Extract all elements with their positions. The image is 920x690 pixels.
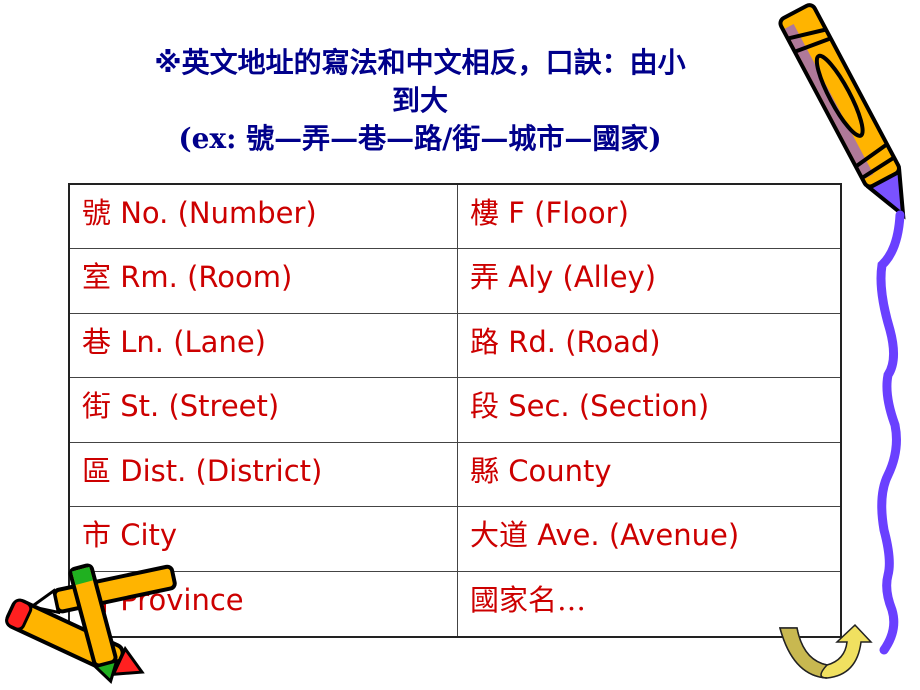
crayon-icon <box>778 3 906 220</box>
english-term: County <box>508 453 612 488</box>
table-cell: 段 Sec. (Section) <box>458 378 840 443</box>
table-cell: 巷 Ln. (Lane) <box>70 313 458 379</box>
english-term: Rd. (Road) <box>508 324 661 359</box>
chinese-term: 室 <box>82 260 112 295</box>
english-term: No. (Number) <box>120 196 317 230</box>
table-cell: 路 Rd. (Road) <box>458 314 840 379</box>
english-term: St. (Street) <box>120 389 280 424</box>
slide-title: ※英文地址的寫法和中文相反，口訣：由小 到大 (ex: 號—弄—巷—路/街—城市… <box>60 44 780 158</box>
table-cell: 室 Rm. (Room) <box>70 249 458 314</box>
title-line-1: ※英文地址的寫法和中文相反，口訣：由小 <box>154 46 686 79</box>
chinese-term: 號 <box>82 196 112 230</box>
table-cell: 弄 Aly (Alley) <box>458 249 840 314</box>
english-term: Rm. (Room) <box>120 260 293 295</box>
chinese-term: 路 <box>470 324 500 359</box>
chinese-term: 巷 <box>82 324 112 359</box>
chinese-term: 縣 <box>470 453 500 488</box>
chinese-term: 樓 <box>470 196 500 230</box>
chinese-term: 街 <box>82 389 112 424</box>
title-line-2: 到大 <box>391 84 448 117</box>
chinese-term: 弄 <box>470 260 500 295</box>
chinese-term: 國家名… <box>470 582 587 617</box>
english-term: Aly (Alley) <box>508 260 657 295</box>
table-cell: 大道 Ave. (Avenue) <box>458 507 840 572</box>
english-term: City <box>120 518 178 553</box>
english-term: F (Floor) <box>508 196 629 230</box>
crossed-crayons-icon <box>5 563 177 684</box>
chinese-term: 市 <box>82 518 112 553</box>
english-term: Ln. (Lane) <box>120 324 266 359</box>
english-term: Ave. (Avenue) <box>537 518 740 553</box>
title-line-3: (ex: 號—弄—巷—路/街—城市—國家) <box>178 122 662 155</box>
curved-arrow-icon <box>779 623 873 679</box>
chinese-term: 區 <box>82 453 112 488</box>
english-term: Dist. (District) <box>120 453 323 488</box>
squiggle-line <box>876 210 905 655</box>
table-cell: 區 Dist. (District) <box>70 442 458 508</box>
chinese-term: 大道 <box>470 518 529 553</box>
chinese-term: 段 <box>470 389 500 424</box>
table-cell: 號 No. (Number) <box>70 185 458 250</box>
english-term: Sec. (Section) <box>508 389 710 424</box>
table-cell: 縣 County <box>458 443 840 508</box>
table-cell: 街 St. (Street) <box>70 378 458 443</box>
